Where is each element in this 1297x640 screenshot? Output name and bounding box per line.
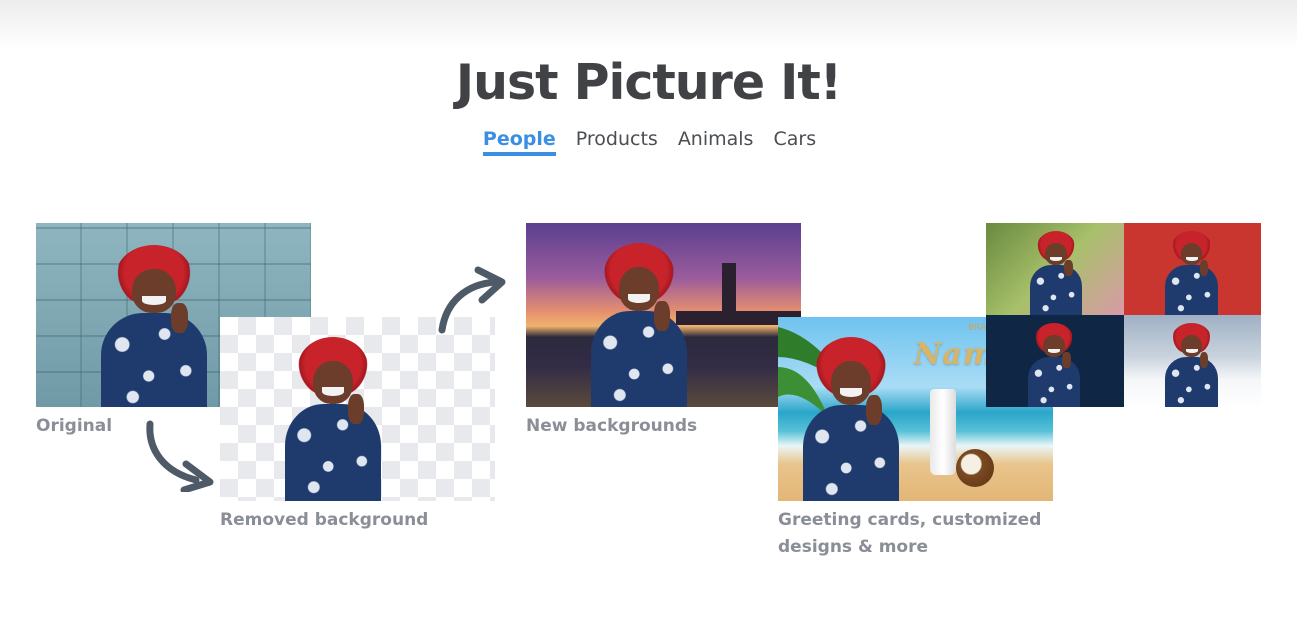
collage-tile-red	[1123, 223, 1261, 315]
caption-greeting-line1: Greeting cards, customized	[778, 510, 1042, 530]
caption-original: Original	[36, 416, 113, 436]
collage-photo	[986, 223, 1261, 407]
tab-products[interactable]: Products	[576, 128, 658, 154]
collage-tile-snow	[1123, 315, 1261, 407]
coconut	[956, 449, 994, 487]
collage-tile-garden	[986, 223, 1124, 315]
curved-arrow-down-right-icon	[146, 420, 214, 492]
caption-new-backgrounds: New backgrounds	[526, 416, 698, 436]
person-figure	[278, 337, 388, 501]
page-title: Just Picture It!	[455, 54, 842, 111]
person-figure	[796, 337, 906, 501]
lotion-bottle	[930, 389, 956, 475]
collage-tile-navy	[986, 315, 1124, 407]
tab-animals[interactable]: Animals	[678, 128, 754, 154]
removed-background-photo	[220, 317, 495, 501]
tab-people[interactable]: People	[482, 128, 556, 156]
tab-cars[interactable]: Cars	[773, 128, 816, 154]
new-background-photo	[526, 223, 801, 407]
person-figure	[94, 245, 214, 407]
person-figure	[584, 243, 694, 407]
caption-removed-background: Removed background	[220, 510, 429, 530]
top-shade	[0, 0, 1297, 48]
curved-arrow-up-right-icon	[438, 266, 506, 334]
caption-greeting-line2: designs & more	[778, 537, 929, 557]
category-tabs: People Products Animals Cars	[0, 128, 1297, 156]
caption-greeting-cards: Greeting cards, customized designs & mor…	[778, 507, 1041, 561]
